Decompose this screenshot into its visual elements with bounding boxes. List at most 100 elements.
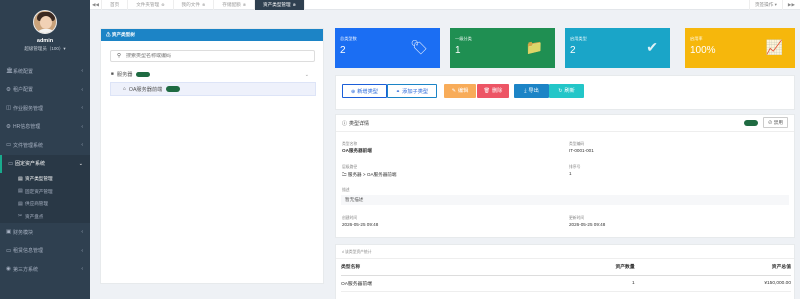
avatar[interactable] <box>33 10 57 34</box>
folder-icon: 📁 <box>525 39 543 55</box>
file-icon: ▭ <box>6 247 12 254</box>
sidebar-sub-supplier[interactable]: ▤ 供应商管理 <box>0 198 90 211</box>
close-icon[interactable]: ⊗ <box>293 2 296 7</box>
sidebar-item-label: 固定资产系统 <box>15 161 46 168</box>
tree-search-box[interactable]: ⚲ <box>110 50 315 62</box>
stat-card-enabled: 启用类型 2 ✔ <box>565 28 670 68</box>
stat-card-level-one: 一级分类 1 📁 <box>450 28 555 68</box>
field-value: IT-0001-001 <box>569 148 594 153</box>
field-updated: 更新时间 2026-05-25 09:48 <box>569 216 605 227</box>
link-icon: ⚭ <box>395 89 401 95</box>
sidebar-item-fixed-assets[interactable]: ▭ 固定资产系统 ⌄ <box>0 154 90 173</box>
sidebar-sub-label: 资产类型管理 <box>25 176 53 182</box>
chevron-down-icon[interactable]: ⌄ <box>305 72 309 78</box>
sidebar-item-job-service[interactable]: ◫ 作业服务管理 ‹ <box>0 99 90 118</box>
tab-bar: ◀◀ 首页 文件夹管理 ⊗ 我的文件 ⊗ 存储配额 ⊗ 资产类型管理 ⊗ 页签操作 ▾ … <box>90 0 800 10</box>
type-detail-panel: ⓘ 类型详情 ⊘ 禁用 类型名称 OA服务器前端 类型编码 IT-0001-00… <box>335 114 795 238</box>
tab-scroll-right-button[interactable]: ▶▶ <box>781 0 800 10</box>
tree-search-input[interactable] <box>126 53 297 59</box>
table-row[interactable]: OA服务器前端 1 ¥150,000.00 <box>341 275 791 292</box>
status-badge <box>166 86 181 92</box>
asset-type-tree-panel: ⚠ 资产类型树 ⚲ ■ 服务器 ⌄ ⌂ OA服务器前端 <box>100 28 324 284</box>
column-header: 资产总值 <box>634 259 791 276</box>
field-label: 更新时间 <box>569 216 585 220</box>
sidebar-sub-fixed-asset[interactable]: ▤ 固定资产管理 <box>0 186 90 199</box>
field-label: 排序号 <box>569 165 581 169</box>
info-icon: ⓘ <box>342 120 348 127</box>
tab-folder-manage[interactable]: 文件夹管理 ⊗ <box>128 0 174 10</box>
sidebar-item-third-party[interactable]: ◉ 第三方系统 ‹ <box>0 260 90 279</box>
close-icon[interactable]: ⊗ <box>161 2 164 7</box>
refresh-button[interactable]: ↻ 刷新 <box>549 84 584 98</box>
tag-icon: 🏷 <box>410 39 428 55</box>
list-icon: ▤ <box>18 189 23 195</box>
sidebar-sub-inventory[interactable]: ✂ 资产盘点 <box>0 211 90 224</box>
tab-actions-dropdown[interactable]: 页签操作 ▾ <box>748 0 782 10</box>
table-cell: ¥150,000.00 <box>634 275 791 292</box>
sidebar-item-label: 作业服务管理 <box>13 105 44 112</box>
disable-button[interactable]: ⊘ 禁用 <box>762 117 788 128</box>
sidebar-item-finance[interactable]: ▣ 财务模块 ‹ <box>0 223 90 242</box>
field-label: 描述 <box>342 188 350 192</box>
search-icon: ⚲ <box>117 53 122 59</box>
chevron-left-icon: ‹ <box>81 123 83 130</box>
chevron-left-icon: ‹ <box>81 86 83 93</box>
sidebar-item-label: 第三方系统 <box>13 266 39 273</box>
sidebar-item-label: HR信息管理 <box>13 124 41 131</box>
add-type-button[interactable]: ⊕ 新增类型 <box>342 84 387 98</box>
button-label: 刷新 <box>564 88 575 94</box>
field-label: 类型编码 <box>569 142 585 146</box>
stats-title: ıl 该类型资产统计 <box>336 245 794 259</box>
action-toolbar: ⊕ 新增类型 ⚭ 添加子类型 ✎ 编辑 🗑 删除 ⤓ 导出 ↻ 刷新 <box>335 75 795 110</box>
sidebar-item-label: 财务模块 <box>13 229 34 236</box>
add-subtype-button[interactable]: ⚭ 添加子类型 <box>387 84 437 98</box>
tab-scroll-left-button[interactable]: ◀◀ <box>90 0 102 10</box>
edit-button[interactable]: ✎ 编辑 <box>444 84 476 98</box>
sidebar-sub-asset-type[interactable]: ▤ 资产类型管理 <box>0 173 90 186</box>
tab-asset-type-manage[interactable]: 资产类型管理 ⊗ <box>255 0 305 10</box>
stats-table: 类型名称 资产数量 资产总值 OA服务器前端 1 ¥150,000.00 <box>341 259 791 292</box>
sidebar-sub-label: 供应商管理 <box>25 201 48 207</box>
tree-node-server[interactable]: ■ 服务器 ⌄ <box>101 69 323 80</box>
sidebar-submenu: ▤ 资产类型管理 ▤ 固定资产管理 ▤ 供应商管理 ✂ 资产盘点 <box>0 173 90 223</box>
sidebar-item-file-system[interactable]: ▭ 文件管理系统 ‹ <box>0 136 90 155</box>
user-profile: admin 超级管理员（100）▾ <box>0 0 90 62</box>
user-role-dropdown[interactable]: 超级管理员（100）▾ <box>0 46 90 52</box>
line-chart-icon: 📈 <box>765 39 783 55</box>
folder-icon: ▭ <box>8 160 14 167</box>
sidebar-item-tenant-config[interactable]: ⚙ 租户配置 ‹ <box>0 81 90 100</box>
delete-button[interactable]: 🗑 删除 <box>477 84 509 98</box>
file-icon: ▭ <box>6 142 12 149</box>
tree-panel-title: ⚠ 资产类型树 <box>101 29 323 41</box>
sidebar: admin 超级管理员（100）▾ 🏛 系统配置 ‹ ⚙ 租户配置 ‹ ◫ 作业… <box>0 0 90 299</box>
tab-my-files[interactable]: 我的文件 ⊗ <box>174 0 215 10</box>
tag-icon: ⌂ <box>123 86 126 92</box>
sidebar-item-lease[interactable]: ▭ 租赁信息管理 ‹ <box>0 242 90 261</box>
close-icon[interactable]: ⊗ <box>243 2 246 7</box>
table-header-row: 类型名称 资产数量 资产总值 <box>341 259 791 276</box>
status-badge <box>744 120 758 126</box>
sidebar-item-hr[interactable]: ⚙ HR信息管理 ‹ <box>0 118 90 137</box>
check-circle-icon: ✔ <box>646 39 658 55</box>
export-button[interactable]: ⤓ 导出 <box>514 84 549 98</box>
tree-node-oa-frontend[interactable]: ⌂ OA服务器前端 <box>110 82 316 96</box>
sidebar-item-label: 系统配置 <box>13 68 34 75</box>
field-path: 层级路径 🗀 服务器 > OA服务器前端 <box>342 165 397 179</box>
tree-node-label: OA服务器前端 <box>128 86 163 93</box>
table-cell: 1 <box>522 275 635 292</box>
field-value: OA服务器前端 <box>342 148 372 153</box>
sidebar-item-system-config[interactable]: 🏛 系统配置 ‹ <box>0 62 90 81</box>
tab-label: 我的文件 <box>181 1 200 7</box>
column-header: 类型名称 <box>341 259 523 276</box>
tree-node-label: 服务器 <box>116 72 133 78</box>
tab-storage-quota[interactable]: 存储配额 ⊗ <box>214 0 256 10</box>
tab-label: 资产类型管理 <box>263 1 291 7</box>
tab-home[interactable]: 首页 <box>102 0 129 10</box>
tab-label: 存储配额 <box>222 1 241 7</box>
finance-icon: ▣ <box>6 229 12 236</box>
sidebar-item-label: 租赁信息管理 <box>13 248 44 255</box>
close-icon[interactable]: ⊗ <box>202 2 205 7</box>
stat-card-total-types: 总类型数 2 🏷 <box>335 28 440 68</box>
chevron-left-icon: ‹ <box>81 229 83 236</box>
globe-icon: ◉ <box>6 266 11 273</box>
